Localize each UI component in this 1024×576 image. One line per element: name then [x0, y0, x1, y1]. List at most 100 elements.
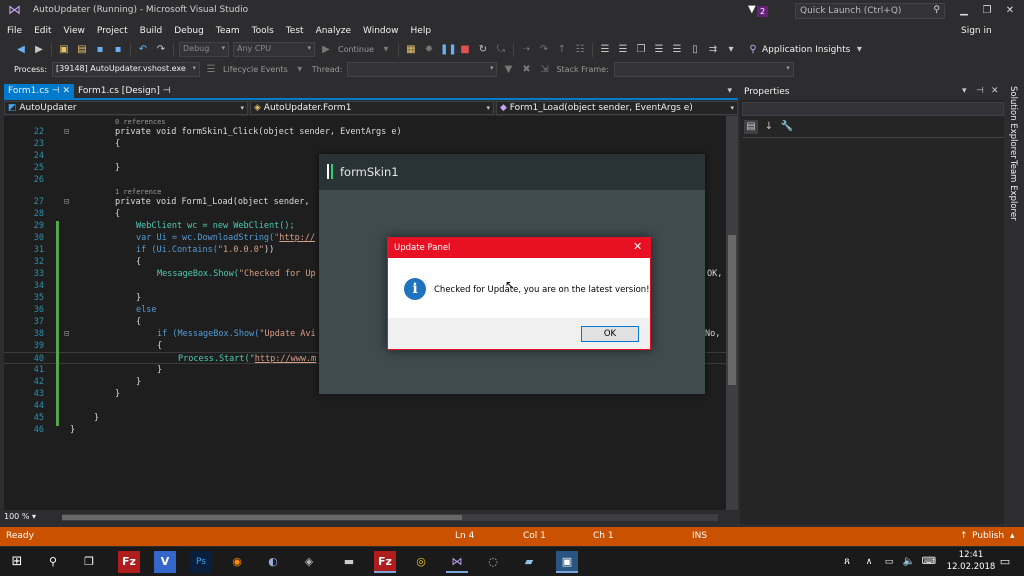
new-project-icon[interactable]: ▣	[57, 43, 71, 57]
visual-app-icon[interactable]: V	[154, 551, 176, 573]
comment-icon[interactable]: ☰	[598, 43, 612, 57]
keyboard-icon[interactable]: ⌨	[918, 551, 940, 573]
chevron-down-icon[interactable]: ▾	[962, 86, 967, 96]
network-icon[interactable]: ▭	[878, 551, 900, 573]
sign-in-link[interactable]: Sign in	[961, 26, 992, 36]
menu-edit[interactable]: Edit	[28, 23, 57, 40]
notification-badge[interactable]: 2	[757, 6, 768, 17]
menu-tools[interactable]: Tools	[246, 23, 280, 40]
thread-select[interactable]: ▾	[347, 62, 498, 77]
continue-icon[interactable]: ▶	[319, 43, 333, 57]
photoshop-icon[interactable]: Ps	[190, 551, 212, 573]
restart-icon[interactable]: ↻	[476, 43, 490, 57]
firefox-icon[interactable]: ◉	[226, 551, 248, 573]
project-select[interactable]: ◩ AutoUpdater ▾	[4, 100, 248, 115]
save-icon[interactable]: ▪	[93, 43, 107, 57]
volume-icon[interactable]: 🔈	[898, 551, 920, 573]
menu-help[interactable]: Help	[405, 23, 438, 40]
notification-flag-icon[interactable]: ▼	[748, 4, 756, 15]
close-icon[interactable]: ✕	[633, 240, 642, 253]
quick-launch-input[interactable]: Quick Launch (Ctrl+Q) ⚲	[795, 3, 945, 19]
alphabetical-icon[interactable]: ↓	[762, 120, 776, 134]
save-all-icon[interactable]: ▪	[111, 43, 125, 57]
chevron-down-icon[interactable]: ▾	[852, 43, 866, 57]
notepad-icon[interactable]: ▰	[518, 551, 540, 573]
toolbar-overflow-icon[interactable]: ▾	[724, 43, 738, 57]
app-icon[interactable]: ◈	[298, 551, 320, 573]
menu-analyze[interactable]: Analyze	[310, 23, 357, 40]
thread-flag-icon[interactable]: ✖	[519, 63, 533, 77]
show-next-statement-icon[interactable]: ⤿	[494, 43, 508, 57]
search-icon[interactable]: ⚲	[42, 551, 64, 573]
media-app-icon[interactable]: ◐	[262, 551, 284, 573]
action-center-icon[interactable]: ▭	[994, 551, 1016, 573]
zoom-select[interactable]: 100 % ▾	[4, 512, 56, 523]
redo-icon[interactable]: ↷	[154, 43, 168, 57]
chevron-down-icon[interactable]: ▾	[293, 63, 307, 77]
horizontal-scroll-thumb[interactable]	[62, 515, 462, 520]
bookmark-icon[interactable]: ❐	[634, 43, 648, 57]
lifecycle-events-icon[interactable]: ☰	[204, 63, 218, 77]
continue-button[interactable]: Continue	[338, 45, 374, 54]
properties-object-select[interactable]	[742, 102, 1004, 116]
visual-studio-icon[interactable]: ⋈	[446, 551, 468, 573]
clock-date[interactable]: 12.02.2018	[946, 562, 996, 572]
pin-icon[interactable]: ⊣	[52, 86, 60, 96]
clock-time[interactable]: 12:41	[946, 550, 996, 560]
menu-debug[interactable]: Debug	[168, 23, 210, 40]
property-grid[interactable]	[742, 137, 1004, 522]
collapse-icon[interactable]: ⊟	[64, 328, 69, 340]
step-into-icon[interactable]: ➝	[519, 43, 533, 57]
menu-file[interactable]: File	[0, 23, 28, 40]
menu-project[interactable]: Project	[91, 23, 134, 40]
browser-link-icon[interactable]: ▦	[404, 43, 418, 57]
thread-filter-icon[interactable]: ▼	[501, 63, 515, 77]
code-link[interactable]: http://www.m	[255, 354, 316, 364]
close-icon[interactable]: ✕	[991, 86, 999, 96]
menu-build[interactable]: Build	[134, 23, 169, 40]
hot-reload-icon[interactable]: ✸	[422, 43, 436, 57]
process-select[interactable]: [39148] AutoUpdater.vshost.exe ▾	[52, 62, 201, 77]
pin-icon[interactable]: ⊣	[163, 86, 171, 96]
chevron-up-icon[interactable]: ▴	[1010, 531, 1015, 541]
tab-form1-cs[interactable]: Form1.cs ⊣ ✕	[4, 84, 75, 98]
ok-button[interactable]: OK	[581, 326, 639, 342]
windows-start-icon[interactable]: ⊞	[6, 551, 28, 573]
back-icon[interactable]: ◀	[14, 43, 28, 57]
publish-button[interactable]: Publish	[972, 531, 1004, 541]
solution-explorer-tab[interactable]: Solution Explorer	[1008, 86, 1018, 159]
indent-icon[interactable]: ☰	[670, 43, 684, 57]
uncomment-icon[interactable]: ☰	[616, 43, 630, 57]
autoupdater-app-icon[interactable]: ▣	[556, 551, 578, 573]
format-icon[interactable]: ☰	[652, 43, 666, 57]
stop-debugging-icon[interactable]: ■	[458, 43, 472, 57]
bookmark-flag-icon[interactable]: ▯	[688, 43, 702, 57]
step-out-icon[interactable]: ↑	[555, 43, 569, 57]
app-icon[interactable]: ◌	[482, 551, 504, 573]
class-select[interactable]: ◈ AutoUpdater.Form1 ▾	[250, 100, 494, 115]
stack-frame-select[interactable]: ▾	[613, 62, 794, 77]
collapse-icon[interactable]: ⊟	[64, 196, 69, 208]
solution-platform-select[interactable]: Any CPU ▾	[233, 42, 315, 57]
close-button[interactable]: ✕	[1002, 3, 1018, 19]
terminal-icon[interactable]: ▬	[338, 551, 360, 573]
task-view-icon[interactable]: ❐	[78, 551, 100, 573]
filezilla-icon[interactable]: Fz	[118, 551, 140, 573]
hex-display-icon[interactable]: ☷	[573, 43, 587, 57]
close-tab-icon[interactable]: ✕	[63, 86, 71, 96]
chrome-icon[interactable]: ◎	[410, 551, 432, 573]
restore-button[interactable]: ❐	[979, 3, 995, 19]
chevron-up-icon[interactable]: ∧	[858, 551, 880, 573]
break-all-icon[interactable]: ❚❚	[440, 43, 457, 57]
solution-config-select[interactable]: Debug ▾	[179, 42, 229, 57]
step-over-icon[interactable]: ↷	[537, 43, 551, 57]
forward-icon[interactable]: ▶	[32, 43, 46, 57]
lifecycle-events-button[interactable]: Lifecycle Events	[223, 65, 288, 74]
vertical-scroll-thumb[interactable]	[728, 235, 736, 385]
team-explorer-tab[interactable]: Team Explorer	[1008, 160, 1018, 221]
open-file-icon[interactable]: ▤	[75, 43, 89, 57]
pin-icon[interactable]: ⊣	[976, 86, 984, 96]
property-pages-icon[interactable]: 🔧	[780, 120, 794, 134]
application-insights-icon[interactable]: ⚲	[746, 43, 760, 57]
reference-count[interactable]: 1 reference	[115, 188, 161, 196]
